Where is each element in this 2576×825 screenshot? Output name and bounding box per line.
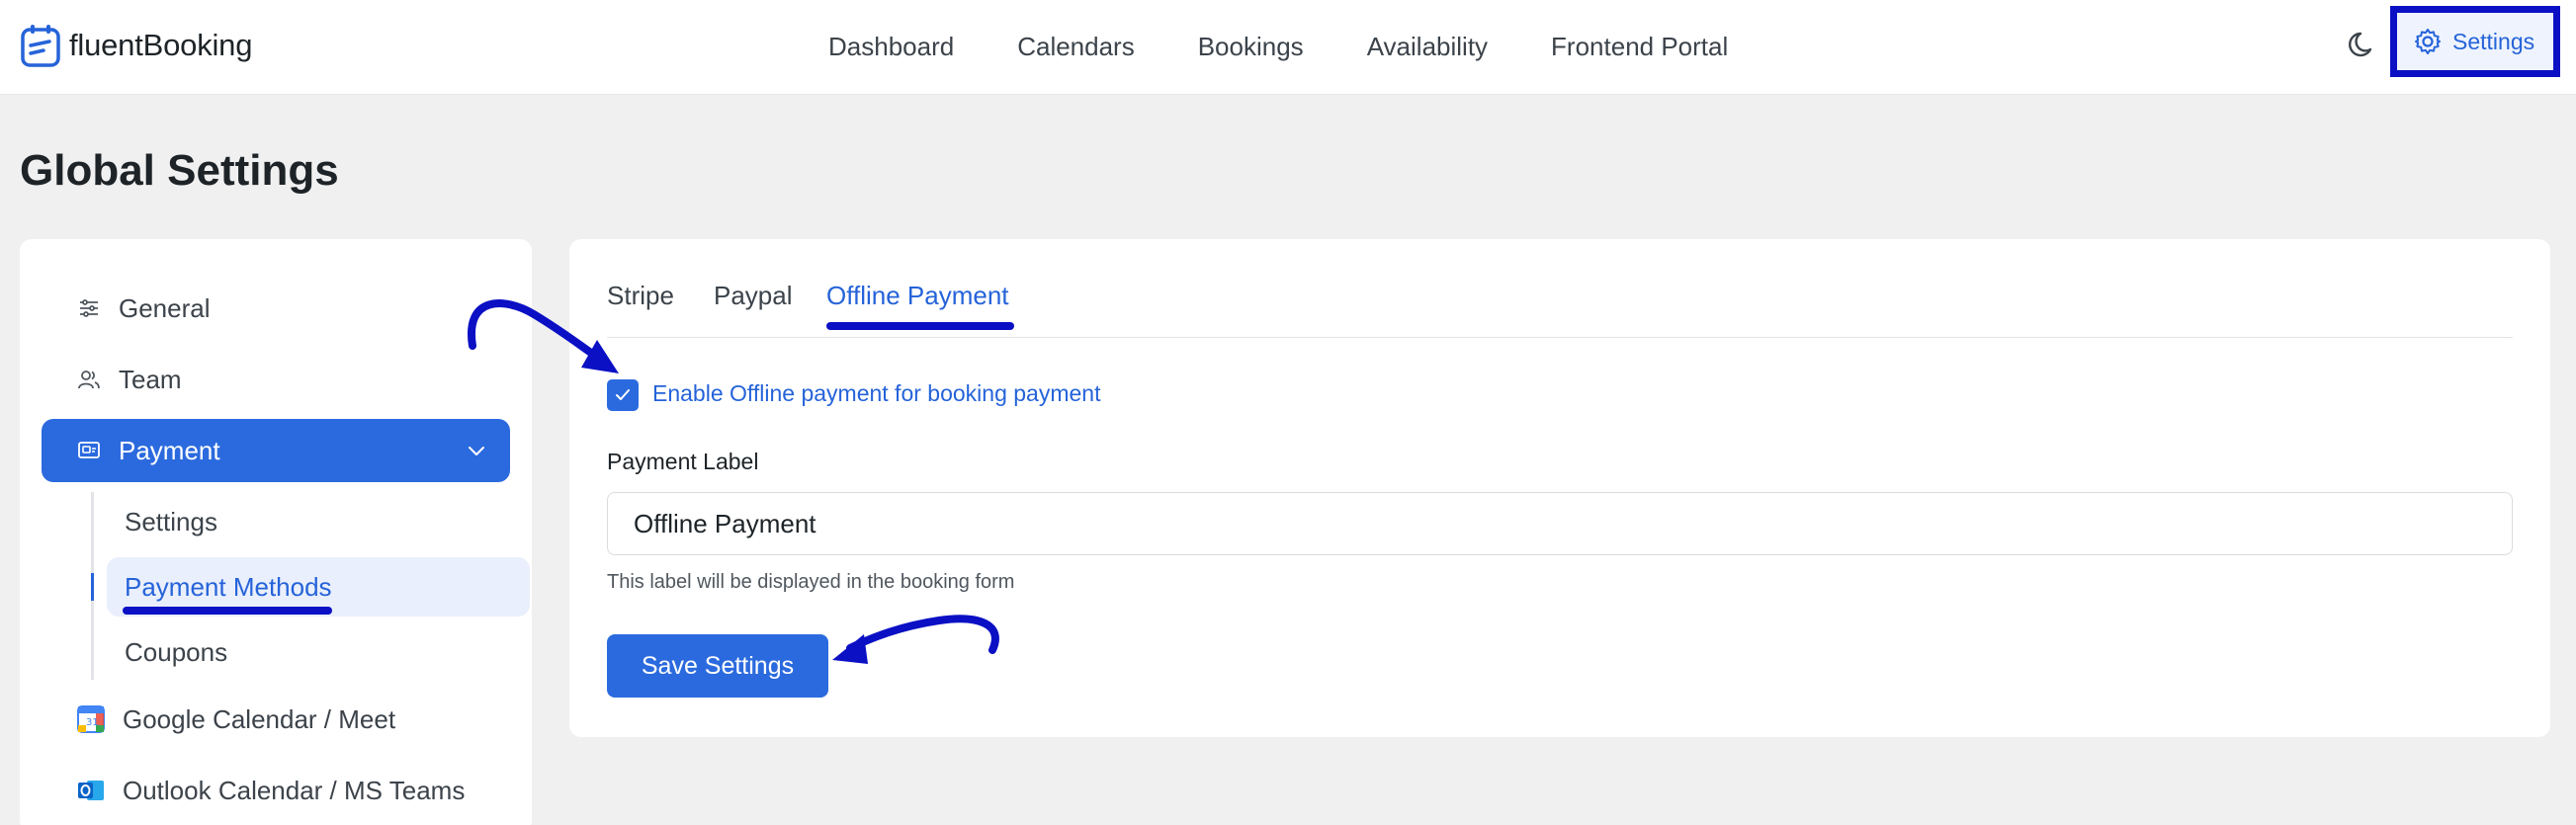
- annotation-tab-underline: [826, 322, 1014, 330]
- settings-sidebar: General Team Payment Settings Payment Me…: [20, 239, 532, 825]
- sidebar-item-google-calendar[interactable]: 31 Google Calendar / Meet: [42, 688, 510, 751]
- sidebar-item-label: General: [119, 292, 211, 323]
- moon-icon[interactable]: [2347, 28, 2380, 61]
- sidebar-item-label: Google Calendar / Meet: [123, 703, 396, 734]
- page-title: Global Settings: [20, 146, 339, 195]
- logo-text: fluentBooking: [69, 28, 253, 62]
- sidebar-item-label: Outlook Calendar / MS Teams: [123, 775, 466, 805]
- sliders-icon: [80, 299, 98, 317]
- main-nav: Dashboard Calendars Bookings Availabilit…: [828, 28, 1791, 65]
- payment-icon: [78, 442, 100, 458]
- submenu-item-coupons[interactable]: Coupons: [107, 622, 530, 682]
- fluentbooking-logo-icon: [21, 25, 60, 67]
- nav-availability[interactable]: Availability: [1367, 28, 1488, 65]
- tab-paypal[interactable]: Paypal: [714, 279, 793, 332]
- payment-label-title: Payment Label: [607, 449, 759, 474]
- submenu-active-marker: [91, 573, 94, 601]
- sidebar-item-outlook[interactable]: Outlook Calendar / MS Teams: [42, 759, 510, 822]
- sidebar-item-general[interactable]: General: [42, 277, 510, 340]
- nav-calendars[interactable]: Calendars: [1017, 28, 1135, 65]
- enable-offline-label[interactable]: Enable Offline payment for booking payme…: [652, 380, 1100, 407]
- check-icon: [616, 389, 630, 400]
- google-calendar-icon: 31: [77, 705, 105, 733]
- nav-dashboard[interactable]: Dashboard: [828, 28, 954, 65]
- sidebar-item-label: Team: [119, 364, 182, 394]
- tab-stripe[interactable]: Stripe: [607, 279, 674, 332]
- payment-label-input[interactable]: [607, 492, 2513, 555]
- sidebar-item-label: Payment: [119, 435, 220, 465]
- settings-button[interactable]: Settings: [2390, 6, 2560, 77]
- logo[interactable]: fluentBooking: [20, 22, 252, 69]
- nav-bookings[interactable]: Bookings: [1198, 28, 1304, 65]
- outlook-icon: [78, 781, 104, 800]
- enable-offline-checkbox[interactable]: [607, 379, 639, 411]
- users-icon: [78, 371, 100, 389]
- gear-icon: [2415, 29, 2441, 54]
- payment-methods-panel: Stripe Paypal Offline Payment Enable Off…: [569, 239, 2550, 737]
- save-settings-button[interactable]: Save Settings: [607, 634, 828, 698]
- nav-frontend-portal[interactable]: Frontend Portal: [1551, 28, 1728, 65]
- svg-text:31: 31: [86, 717, 99, 728]
- top-bar: fluentBooking Dashboard Calendars Bookin…: [0, 0, 2576, 95]
- sidebar-item-team[interactable]: Team: [42, 348, 510, 411]
- submenu-item-settings[interactable]: Settings: [107, 492, 530, 551]
- payment-label-help: This label will be displayed in the book…: [607, 571, 1015, 593]
- annotation-underline: [123, 607, 332, 615]
- chevron-down-icon[interactable]: [465, 439, 488, 462]
- settings-label: Settings: [2452, 28, 2535, 54]
- sidebar-item-payment[interactable]: Payment: [42, 419, 510, 482]
